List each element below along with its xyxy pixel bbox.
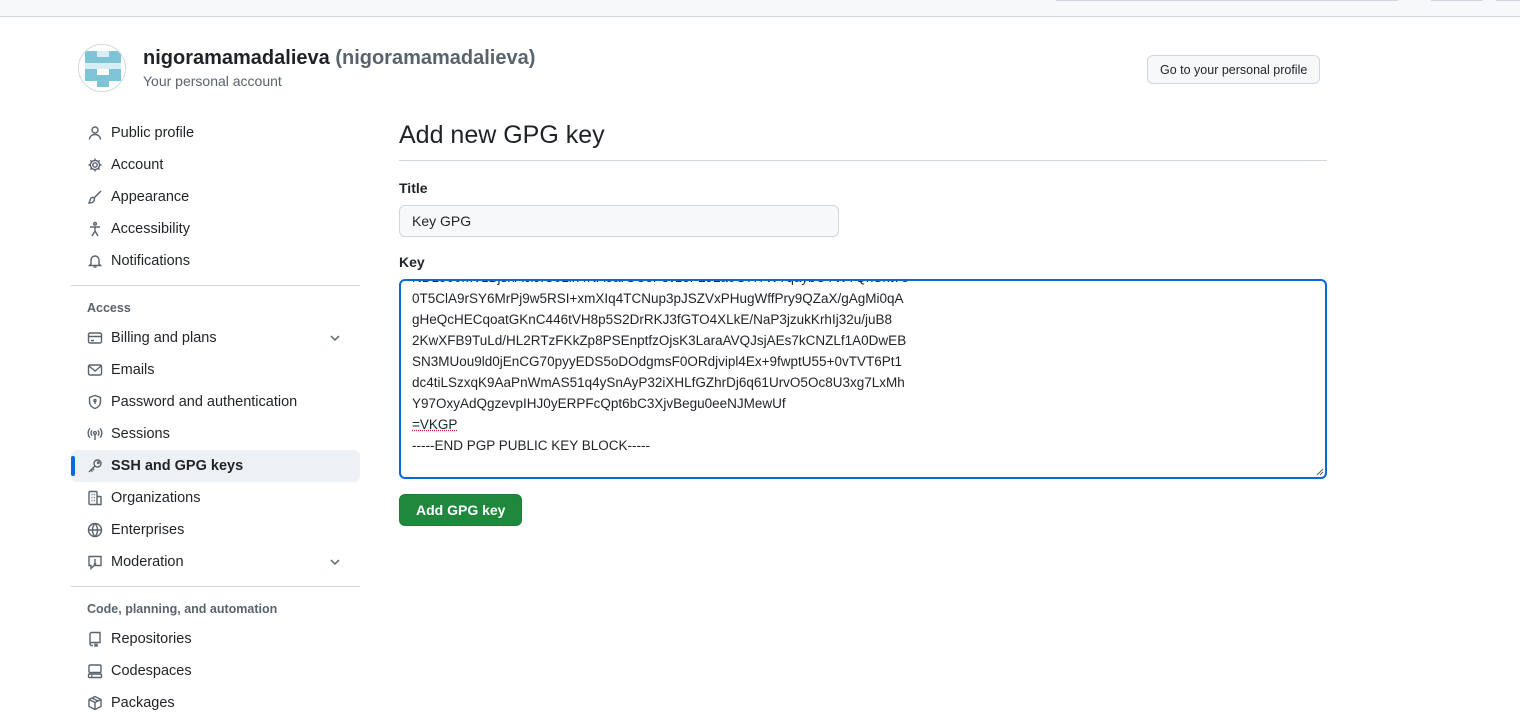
account-name: nigoramamadalieva (nigoramamadalieva) <box>143 47 535 70</box>
sidebar-item-label: Repositories <box>111 631 192 647</box>
key-line: Y97OxyAdQgzevpIHJ0yERPFcQpt6bC3XjvBegu0e… <box>412 396 786 411</box>
sidebar-item-label: Password and authentication <box>111 394 298 410</box>
gpg-key-form: Add new GPG key Title Key ND1900mVzBjsnA… <box>399 117 1327 526</box>
sidebar-item-label: SSH and GPG keys <box>111 458 244 474</box>
sidebar-item-label: Packages <box>111 695 175 711</box>
top-button-fragment-2[interactable] <box>1496 0 1520 1</box>
key-line: gHeQcHECqoatGKnC446tVH8p5S2DrRKJ3fGTO4XL… <box>412 312 892 327</box>
sidebar-item-label: Accessibility <box>111 221 190 237</box>
sidebar-item-codespaces[interactable]: Codespaces <box>71 655 360 687</box>
codespaces-icon <box>87 663 103 679</box>
sidebar-item-notifications[interactable]: Notifications <box>71 245 360 277</box>
sidebar-item-label: Notifications <box>111 253 190 269</box>
sidebar-item-label: Organizations <box>111 490 201 506</box>
report-icon <box>87 554 103 570</box>
key-text: ND1900mVzBjsnAciJIC0Lin4NA9arGCePsvzeFL9… <box>412 281 909 456</box>
sidebar-divider <box>71 285 360 286</box>
key-line: dc4tiLSzxqK9AaPnWmAS51q4ySnAyP32iXHLfGZh… <box>412 375 905 390</box>
key-line: 0T5ClA9rSY6MrPj9w5RSI+xmXIq4TCNup3pJSZVx… <box>412 291 904 306</box>
sidebar-item-label: Emails <box>111 362 155 378</box>
sidebar-item-enterprises[interactable]: Enterprises <box>71 514 360 546</box>
sidebar-item-label: Moderation <box>111 554 184 570</box>
sidebar-item-organizations[interactable]: Organizations <box>71 482 360 514</box>
sidebar-item-emails[interactable]: Emails <box>71 354 360 386</box>
chevron-down-icon[interactable] <box>328 331 342 345</box>
settings-sidebar: Public profile Account Appearance Access… <box>71 117 360 719</box>
login-name: (nigoramamadalieva) <box>335 47 536 69</box>
display-name: nigoramamadalieva <box>143 47 330 69</box>
paintbrush-icon <box>87 189 103 205</box>
key-label: Key <box>399 254 425 270</box>
sidebar-item-billing[interactable]: Billing and plans <box>71 322 360 354</box>
bell-icon <box>87 253 103 269</box>
sidebar-item-password[interactable]: Password and authentication <box>71 386 360 418</box>
repo-icon <box>87 631 103 647</box>
sidebar-item-label: Enterprises <box>111 522 185 538</box>
key-icon <box>87 458 103 474</box>
sidebar-group-code: Code, planning, and automation <box>87 602 278 616</box>
key-line: -----END PGP PUBLIC KEY BLOCK----- <box>412 438 651 453</box>
go-to-profile-button[interactable]: Go to your personal profile <box>1147 55 1321 84</box>
key-line: 2KwXFB9TuLd/HL2RTzFKkZp8PSEnptfzOjsK3Lar… <box>412 333 907 348</box>
sidebar-item-label: Codespaces <box>111 663 192 679</box>
sidebar-item-label: Sessions <box>111 426 170 442</box>
resize-handle-icon[interactable] <box>1314 466 1324 476</box>
accessibility-icon <box>87 221 103 237</box>
top-search-fragment[interactable] <box>1056 0 1398 1</box>
key-line: SN3MUou9ld0jEnCG70pyyEDS5oDOdgmsF0ORdjvi… <box>412 354 902 369</box>
account-subtitle: Your personal account <box>143 73 282 89</box>
credit-card-icon <box>87 330 103 346</box>
sidebar-item-moderation[interactable]: Moderation <box>71 546 360 578</box>
sidebar-item-ssh-gpg-keys[interactable]: SSH and GPG keys <box>71 450 360 482</box>
person-icon <box>87 125 103 141</box>
sidebar-group-access: Access <box>87 301 131 315</box>
sidebar-item-label: Billing and plans <box>111 330 217 346</box>
account-header: nigoramamadalieva (nigoramamadalieva) Yo… <box>78 44 1328 94</box>
sidebar-item-public-profile[interactable]: Public profile <box>71 117 360 149</box>
key-line: ND1900mVzBjsnAciJIC0Lin4NA9arGCePsvzeFL9… <box>412 281 909 288</box>
title-label: Title <box>399 180 428 196</box>
sidebar-item-packages[interactable]: Packages <box>71 687 360 719</box>
chevron-down-icon[interactable] <box>328 555 342 569</box>
top-button-fragment[interactable] <box>1431 0 1483 1</box>
sidebar-divider <box>71 586 360 587</box>
mail-icon <box>87 362 103 378</box>
key-line: =VKGP <box>412 417 458 432</box>
top-bar <box>0 0 1520 17</box>
sidebar-item-label: Appearance <box>111 189 190 205</box>
sidebar-item-label: Public profile <box>111 125 195 141</box>
page-title: Add new GPG key <box>399 117 1327 161</box>
gear-icon <box>87 157 103 173</box>
sidebar-item-accessibility[interactable]: Accessibility <box>71 213 360 245</box>
avatar[interactable] <box>78 44 126 92</box>
shield-lock-icon <box>87 394 103 410</box>
title-input[interactable] <box>399 205 839 237</box>
sidebar-item-repositories[interactable]: Repositories <box>71 623 360 655</box>
sidebar-item-label: Account <box>111 157 164 173</box>
package-icon <box>87 695 103 711</box>
key-textarea[interactable]: ND1900mVzBjsnAciJIC0Lin4NA9arGCePsvzeFL9… <box>399 279 1327 479</box>
broadcast-icon <box>87 426 103 442</box>
globe-icon <box>87 522 103 538</box>
sidebar-item-account[interactable]: Account <box>71 149 360 181</box>
sidebar-item-sessions[interactable]: Sessions <box>71 418 360 450</box>
sidebar-item-appearance[interactable]: Appearance <box>71 181 360 213</box>
organization-icon <box>87 490 103 506</box>
add-gpg-key-button[interactable]: Add GPG key <box>399 494 523 526</box>
